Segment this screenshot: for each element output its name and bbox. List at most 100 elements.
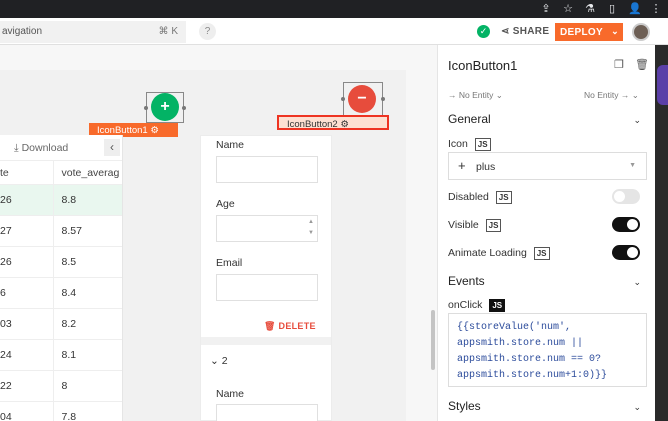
entity-selector-left[interactable]: → No Entity ⌄ [448,90,503,101]
browser-menu-icon[interactable]: ⋮ [650,2,662,15]
canvas-scrollbar[interactable] [431,310,435,370]
table-widget[interactable]: ⤓ Download ‹ te vote_averag 26 8.8 27 8.… [0,135,123,421]
chevron-up-icon[interactable]: ▲ [308,219,314,225]
age-input[interactable]: ▲ ▼ [216,215,318,242]
sidepanel-icon[interactable]: ▯ [606,2,618,15]
list-item-header[interactable]: ⌄ 2 [210,355,228,367]
editor-canvas[interactable]: + IconButton1 ⚙ − IconButton2 ⚙ ⤓ Downlo… [0,45,437,421]
iconbutton2-name-tag[interactable]: IconButton2 ⚙ [277,115,389,130]
delete-button[interactable]: 🗑 DELETE [264,321,316,332]
caret-down-icon: ▼ [629,162,636,169]
resize-handle[interactable] [381,97,385,101]
browser-toolbar: ⇪ ☆ ⚗ ▯ 👤 ⋮ [0,0,668,18]
navigation-search[interactable]: avigation ⌘ K [0,21,186,43]
table-cell: 8.57 [61,225,82,237]
styles-section-title[interactable]: Styles [448,399,481,413]
table-cell: 26 [0,247,54,277]
trash-icon[interactable]: 🗑 [635,58,649,71]
table-row[interactable]: 26 8.8 [0,185,122,216]
email-input[interactable] [216,274,318,301]
chevron-down-icon[interactable]: ⌄ [633,115,641,126]
disabled-label: Disabled [448,191,489,203]
js-toggle-button[interactable]: JS [474,138,491,151]
table-cell: 22 [0,371,54,401]
entity-selector-right[interactable]: No Entity → ⌄ [584,90,639,101]
copy-icon[interactable]: ❐ [614,58,624,71]
toggle-knob [627,247,638,258]
name-label: Name [216,388,245,400]
saved-check-icon: ✓ [477,25,490,38]
icon-select-value: plus [476,161,496,173]
code-line: {{storeValue('num', [457,322,572,333]
minus-icon-button[interactable]: − [348,85,376,113]
animate-loading-label: Animate Loading [448,247,527,259]
js-toggle-button[interactable]: JS [485,219,502,232]
column-header[interactable]: te [0,161,54,184]
navigation-search-text: avigation [2,26,43,37]
arrow-right-icon: → [448,90,459,100]
events-section-title[interactable]: Events [448,274,485,288]
bookmark-star-icon[interactable]: ☆ [562,2,574,15]
table-row[interactable]: 6 8.4 [0,278,122,309]
table-row[interactable]: 03 8.2 [0,309,122,340]
chevron-left-icon[interactable]: ‹ [104,139,120,156]
general-section-title[interactable]: General [448,112,491,126]
widget-name-title[interactable]: IconButton1 [448,58,517,73]
name-input[interactable] [216,404,318,421]
onclick-property: onClick JS [448,299,506,312]
disabled-toggle[interactable] [612,189,640,204]
table-cell: 8.2 [61,318,77,330]
table-header: te vote_averag [0,161,122,185]
animate-loading-toggle[interactable] [612,245,640,260]
navigation-shortcut: ⌘ K [158,26,178,37]
gear-icon[interactable]: ⚙ [340,119,349,130]
name-label: Name [216,139,245,151]
share-page-icon[interactable]: ⇪ [540,2,552,15]
user-avatar[interactable] [632,23,650,41]
plus-icon: + [458,158,466,173]
table-row[interactable]: 04 7.8 [0,402,122,421]
property-pane: IconButton1 ❐ 🗑 → No Entity ⌄ No Entity … [437,45,655,421]
table-cell: 03 [0,309,54,339]
name-input[interactable] [216,156,318,183]
js-toggle-button[interactable]: JS [533,247,550,260]
table-row[interactable]: 26 8.5 [0,247,122,278]
column-header[interactable]: vote_averag [54,161,122,184]
deploy-chevron-down-icon[interactable]: ⌄ [611,26,619,37]
table-cell: 6 [0,278,54,308]
table-cell: 8.4 [61,287,77,299]
resize-handle[interactable] [341,97,345,101]
chevron-down-icon[interactable]: ⌄ [633,277,641,288]
visible-label: Visible [448,219,479,231]
download-label: Download [21,142,69,154]
app-header: avigation ⌘ K ? ✓ ⋖ SHARE DEPLOY ⌄ [0,18,668,45]
share-button[interactable]: ⋖ SHARE [501,26,549,37]
profile-icon[interactable]: 👤 [628,2,642,15]
background-shape [657,65,668,105]
visible-toggle[interactable] [612,217,640,232]
delete-label: DELETE [278,321,316,331]
list-form-widget[interactable]: Name Age ▲ ▼ Email 🗑 DELETE ⌄ 2 Name [200,135,332,421]
plus-icon-button[interactable]: + [151,93,179,121]
help-button[interactable]: ? [199,23,216,40]
table-row[interactable]: 24 8.1 [0,340,122,371]
browser-toolbar-icons: ⇪ ☆ ⚗ ▯ 👤 ⋮ [540,2,662,15]
chevron-down-icon[interactable]: ▼ [308,230,314,236]
download-button[interactable]: ⤓ Download [14,142,68,155]
gear-icon[interactable]: ⚙ [150,125,159,136]
deploy-label: DEPLOY [560,27,603,38]
icon-property: Icon JS [448,138,491,151]
js-toggle-button[interactable]: JS [495,191,512,204]
js-toggle-button[interactable]: JS [489,299,506,312]
deploy-button[interactable]: DEPLOY ⌄ [555,23,623,41]
extension-icon[interactable]: ⚗ [584,2,596,15]
chevron-down-icon: ⌄ [495,90,503,100]
chevron-down-icon[interactable]: ⌄ [633,402,641,413]
resize-handle[interactable] [182,106,186,110]
table-row[interactable]: 22 8 [0,371,122,402]
icon-select[interactable]: + plus ▼ [448,152,647,180]
onclick-code-editor[interactable]: {{storeValue('num', appsmith.store.num |… [448,313,647,387]
table-row[interactable]: 27 8.57 [0,216,122,247]
resize-handle[interactable] [144,106,148,110]
chevron-down-icon[interactable]: ⌄ [210,355,222,367]
